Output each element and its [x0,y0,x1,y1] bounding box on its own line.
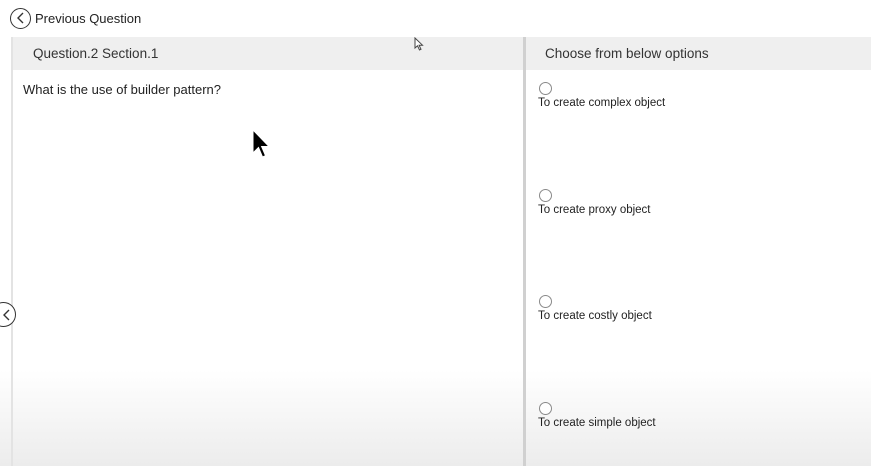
mouse-pointer-icon [414,37,424,51]
previous-question-label[interactable]: Previous Question [35,11,141,26]
top-bar: Previous Question [0,0,871,37]
option-radio[interactable] [539,82,552,95]
chevron-left-icon [3,309,10,320]
option-label[interactable]: To create proxy object [538,204,838,216]
option-1[interactable]: To create complex object [538,82,838,109]
option-radio[interactable] [539,295,552,308]
option-4[interactable]: To create simple object [538,402,838,429]
options-panel: Choose from below options To create comp… [526,37,871,466]
option-2[interactable]: To create proxy object [538,189,838,216]
chevron-left-icon[interactable] [10,7,31,29]
quiz-page: Previous Question Question.2 Section.1 W… [0,0,871,466]
option-label[interactable]: To create simple object [538,417,838,429]
question-panel: Question.2 Section.1 What is the use of … [13,37,523,466]
options-header: Choose from below options [526,37,871,70]
mouse-pointer-icon [252,129,271,158]
options-header-label: Choose from below options [545,46,709,61]
question-number-section: Question.2 Section.1 [33,46,159,61]
option-3[interactable]: To create costly object [538,295,838,322]
question-text: What is the use of builder pattern? [23,82,222,97]
option-label[interactable]: To create costly object [538,310,838,322]
previous-question-link[interactable]: Previous Question [10,7,141,29]
option-label[interactable]: To create complex object [538,97,838,109]
option-radio[interactable] [539,402,552,415]
option-radio[interactable] [539,189,552,202]
question-header: Question.2 Section.1 [13,37,523,70]
